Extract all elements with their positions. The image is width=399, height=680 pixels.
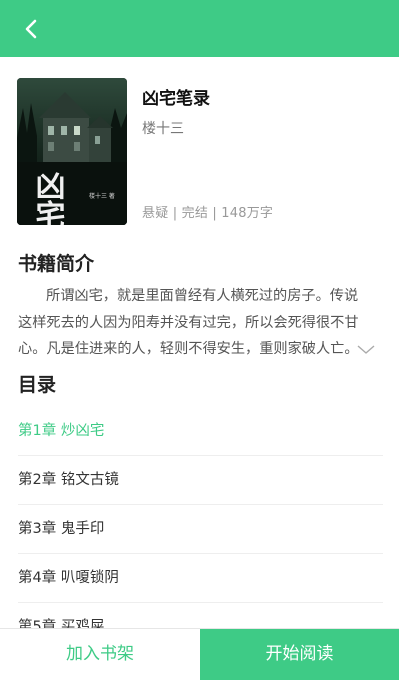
book-cover[interactable]: 凶宅笔录 楼十三 著 — [17, 78, 127, 225]
intro-text: 所谓凶宅，就是里面曾经有人横死过的房子。传说这样死去的人因为阳寿并没有过完，所以… — [18, 288, 359, 357]
book-meta: 悬疑 | 完结 | 148万字 — [142, 206, 274, 221]
intro-heading: 书籍简介 — [18, 253, 95, 275]
cover-author: 楼十三 著 — [89, 192, 115, 200]
chapter-item[interactable]: 第1章 炒凶宅 — [18, 407, 383, 456]
cover-image: 凶宅笔录 楼十三 著 — [17, 78, 127, 225]
toc-heading: 目录 — [18, 374, 57, 396]
back-arrow-icon — [25, 19, 37, 39]
top-bar — [0, 0, 399, 57]
intro-text-block[interactable]: 所谓凶宅，就是里面曾经有人横死过的房子。传说这样死去的人因为阳寿并没有过完，所以… — [18, 283, 380, 363]
add-to-shelf-button[interactable]: 加入书架 — [0, 629, 200, 680]
chapter-item[interactable]: 第2章 铭文古镜 — [18, 456, 383, 505]
start-reading-button[interactable]: 开始阅读 — [200, 629, 399, 680]
cover-title: 凶宅笔录 — [30, 170, 66, 225]
chapter-list: 第1章 炒凶宅 第2章 铭文古镜 第3章 鬼手印 第4章 叭嗄锁阴 第5章 买鸡… — [18, 407, 383, 652]
back-button[interactable] — [14, 12, 48, 46]
book-author[interactable]: 楼十三 — [142, 118, 184, 138]
book-header: 凶宅笔录 楼十三 著 凶宅笔录 楼十三 悬疑 | 完结 | 148万字 — [17, 78, 387, 226]
bottom-action-bar: 加入书架 开始阅读 — [0, 628, 399, 680]
chevron-down-icon — [357, 345, 375, 354]
chapter-item[interactable]: 第4章 叭嗄锁阴 — [18, 554, 383, 603]
expand-intro-button[interactable] — [356, 341, 376, 355]
chapter-item[interactable]: 第3章 鬼手印 — [18, 505, 383, 554]
book-title: 凶宅笔录 — [142, 89, 210, 109]
